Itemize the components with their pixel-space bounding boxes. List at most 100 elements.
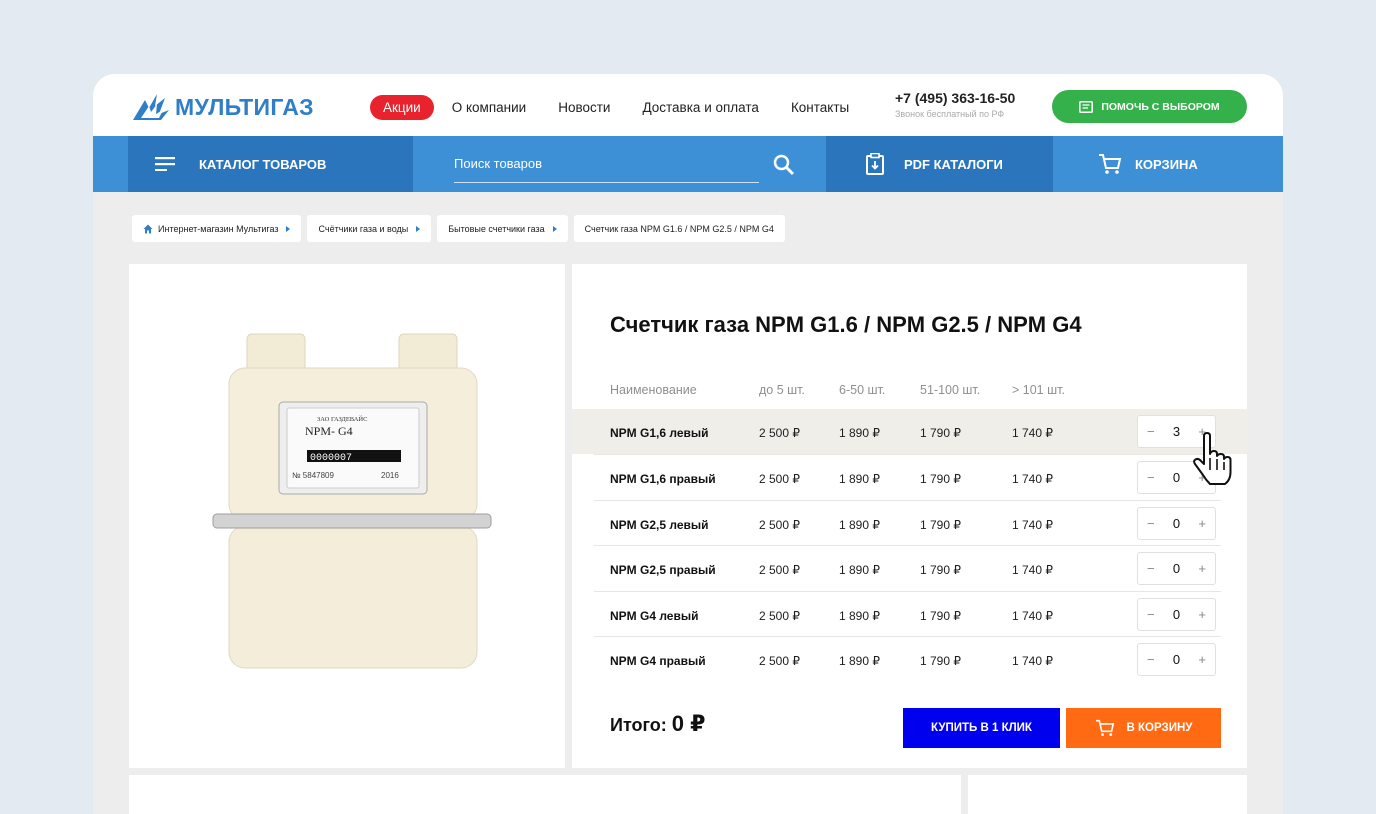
breadcrumb-label: Интернет-магазин Мультигаз [158,223,279,234]
table-row: NPM G1,6 правый 2 500 ₽ 1 890 ₽ 1 790 ₽ … [594,454,1221,499]
list-icon [1079,100,1094,113]
home-icon [143,224,153,233]
price-tier-1: 2 500 ₽ [759,654,800,668]
increment-button[interactable]: + [1198,607,1206,622]
breadcrumb-item-meters[interactable]: Счётчики газа и воды [307,215,432,242]
search-icon[interactable] [773,154,795,181]
price-tier-3: 1 790 ₽ [920,563,961,577]
price-tier-4: 1 740 ₽ [1012,609,1053,623]
price-tier-3: 1 790 ₽ [920,472,961,486]
hamburger-icon [155,157,175,171]
product-variant-name: NPM G2,5 правый [610,563,716,577]
browser-frame: МУЛЬТИГАЗ Акции О компании Новости Доста… [93,74,1283,814]
nav-item-delivery[interactable]: Доставка и оплата [642,100,758,115]
add-to-cart-label: В КОРЗИНУ [1126,722,1193,734]
search-input[interactable]: Поиск товаров [454,153,759,183]
breadcrumb-label: Счетчик газа NPM G1.6 / NPM G2.5 / NPM G… [584,223,774,234]
breadcrumb-item-household[interactable]: Бытовые счетчики газа [437,215,568,242]
quantity-value[interactable]: 3 [1173,424,1180,439]
nav-item-promo[interactable]: Акции [370,95,434,120]
catalog-label: КАТАЛОГ ТОВАРОВ [199,156,327,172]
quantity-stepper: − 0 + [1137,552,1216,585]
product-image[interactable]: ЗАО ГАЗДЕВАЙС NPM- G4 0000007 № 5847809 … [129,264,565,768]
breadcrumb-label: Бытовые счетчики газа [448,223,545,234]
cart-label: КОРЗИНА [1135,156,1198,172]
product-variant-name: NPM G4 правый [610,654,706,668]
table-row: NPM G1,6 левый 2 500 ₽ 1 890 ₽ 1 790 ₽ 1… [572,409,1248,454]
total-label: Итого: [610,715,667,735]
chevron-right-icon [552,225,557,232]
breadcrumb-item-current: Счетчик газа NPM G1.6 / NPM G2.5 / NPM G… [573,215,785,242]
nav-item-news[interactable]: Новости [558,100,610,115]
table-row: NPM G2,5 левый 2 500 ₽ 1 890 ₽ 1 790 ₽ 1… [594,500,1221,545]
price-tier-1: 2 500 ₽ [759,609,800,623]
phone-number[interactable]: +7 (495) 363-16-50 [895,90,1015,106]
quantity-value[interactable]: 0 [1173,607,1180,622]
price-tier-4: 1 740 ₽ [1012,563,1053,577]
price-tier-1: 2 500 ₽ [759,563,800,577]
breadcrumb-item-home[interactable]: Интернет-магазин Мультигаз [132,215,302,242]
increment-button[interactable]: + [1198,516,1206,531]
cart-button[interactable]: КОРЗИНА [1053,136,1247,192]
image-label-counter: 0000007 [310,453,352,464]
price-tier-4: 1 740 ₽ [1012,426,1053,440]
site-header: МУЛЬТИГАЗ Акции О компании Новости Доста… [93,74,1283,136]
main-nav: Акции О компании Новости Доставка и опла… [370,95,881,120]
cart-icon [1099,154,1122,174]
price-tier-3: 1 790 ₽ [920,426,961,440]
price-tier-2: 1 890 ₽ [839,518,880,532]
price-tier-3: 1 790 ₽ [920,654,961,668]
lower-right-panel [968,775,1247,814]
breadcrumb: Интернет-магазин Мультигаз Счётчики газа… [132,215,791,242]
price-tier-4: 1 740 ₽ [1012,472,1053,486]
help-choose-label: ПОМОЧЬ С ВЫБОРОМ [1101,100,1220,113]
phone-note: Звонок бесплатный по РФ [895,109,1005,119]
price-tier-1: 2 500 ₽ [759,472,800,486]
pdf-catalogs-button[interactable]: PDF КАТАЛОГИ [826,136,1053,192]
quantity-value[interactable]: 0 [1173,561,1180,576]
nav-item-contacts[interactable]: Контакты [791,100,849,115]
decrement-button[interactable]: − [1147,607,1155,622]
image-label-serial: № 5847809 [292,471,335,480]
product-info-card: Счетчик газа NPM G1.6 / NPM G2.5 / NPM G… [572,264,1248,768]
price-tier-1: 2 500 ₽ [759,426,800,440]
price-tier-2: 1 890 ₽ [839,426,880,440]
product-variant-name: NPM G2,5 левый [610,518,709,532]
decrement-button[interactable]: − [1147,424,1155,439]
help-choose-button[interactable]: ПОМОЧЬ С ВЫБОРОМ [1052,90,1247,123]
chevron-right-icon [286,225,291,232]
add-to-cart-button[interactable]: В КОРЗИНУ [1066,708,1221,748]
buy-one-click-button[interactable]: КУПИТЬ В 1 КЛИК [903,708,1060,748]
pdf-catalogs-label: PDF КАТАЛОГИ [904,156,1003,172]
lower-left-panel [129,775,961,814]
column-header-tier-3: 51-100 шт. [920,383,981,397]
breadcrumb-label: Счётчики газа и воды [318,223,409,234]
column-header-tier-2: 6-50 шт. [839,383,886,397]
table-row: NPM G2,5 правый 2 500 ₽ 1 890 ₽ 1 790 ₽ … [594,545,1221,590]
nav-item-about[interactable]: О компании [452,100,526,115]
increment-button[interactable]: + [1198,561,1206,576]
decrement-button[interactable]: − [1147,516,1155,531]
quantity-stepper: − 0 + [1137,598,1216,631]
quantity-value[interactable]: 0 [1173,652,1180,667]
price-tier-4: 1 740 ₽ [1012,654,1053,668]
logo[interactable]: МУЛЬТИГАЗ [131,92,314,122]
order-total: Итого: 0 ₽ [610,711,705,737]
product-title: Счетчик газа NPM G1.6 / NPM G2.5 / NPM G… [610,312,1082,337]
price-tier-2: 1 890 ₽ [839,654,880,668]
column-header-tier-4: > 101 шт. [1012,383,1065,397]
flame-logo-icon [133,94,169,120]
price-tier-2: 1 890 ₽ [839,472,880,486]
price-tier-2: 1 890 ₽ [839,609,880,623]
increment-button[interactable]: + [1198,652,1206,667]
decrement-button[interactable]: − [1147,561,1155,576]
quantity-value[interactable]: 0 [1173,470,1180,485]
image-label-maker: ЗАО ГАЗДЕВАЙС [317,415,367,423]
catalog-button[interactable]: КАТАЛОГ ТОВАРОВ [128,136,413,192]
quantity-value[interactable]: 0 [1173,516,1180,531]
decrement-button[interactable]: − [1147,470,1155,485]
decrement-button[interactable]: − [1147,652,1155,667]
price-tier-4: 1 740 ₽ [1012,518,1053,532]
image-label-year: 2016 [381,471,399,480]
price-tier-3: 1 790 ₽ [920,609,961,623]
